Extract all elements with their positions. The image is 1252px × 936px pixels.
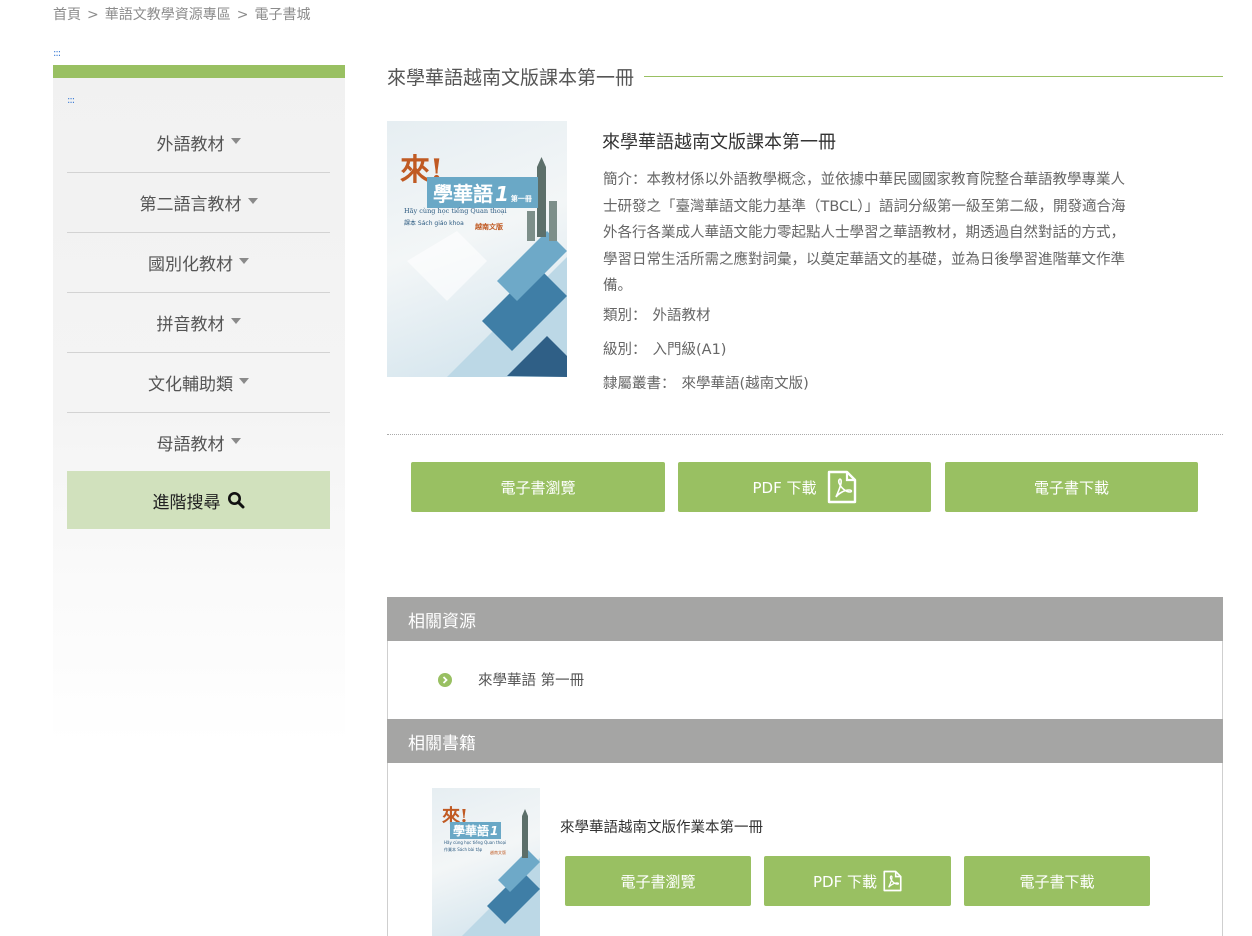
level-value: 入門級(A1) [652, 342, 727, 358]
related-books-title: 相關書籍 [408, 733, 476, 754]
sidebar-accent-bar [53, 65, 345, 78]
caret-down-icon [230, 318, 241, 324]
related-ebook-browse-label: 電子書瀏覽 [620, 872, 696, 891]
advanced-search-label: 進階搜尋 [152, 492, 221, 513]
caret-down-icon [239, 378, 249, 384]
description-label: 簡介： [603, 172, 647, 188]
related-cover-number: 1 [490, 824, 499, 838]
breadcrumb-separator: > [236, 7, 249, 23]
sidebar-item-foreign-language[interactable]: 外語教材 [67, 113, 330, 173]
ebook-download-button[interactable]: 電子書下載 [945, 462, 1198, 512]
ebook-browse-label: 電子書瀏覽 [500, 478, 576, 497]
accesskey-anchor[interactable]: ::: [53, 48, 61, 59]
page-title-row: 來學華語越南文版課本第一冊 [387, 62, 1223, 90]
pdf-file-icon [883, 870, 902, 892]
section-divider [387, 434, 1223, 435]
related-resource-link[interactable]: 來學華語 第一冊 [438, 669, 584, 690]
related-cover-banner: 學華語1 [450, 822, 502, 839]
book-level-row: 級別： 入門級(A1) [603, 338, 726, 359]
advanced-search-button[interactable]: 進階搜尋 [67, 471, 330, 529]
ebook-download-label: 電子書下載 [1033, 478, 1109, 497]
related-book-cover-image[interactable]: 來! 學華語1 Hãy cùng học tiếng Quan thoại 作業… [432, 788, 540, 936]
cover-volume: 第一冊 [510, 195, 532, 203]
search-icon [227, 492, 244, 509]
book-series-row: 隸屬叢書： 來學華語(越南文版) [603, 372, 809, 393]
page-title: 來學華語越南文版課本第一冊 [387, 66, 635, 89]
level-label: 級別： [603, 342, 647, 358]
sidebar-accesskey-anchor[interactable]: ::: [67, 95, 75, 106]
cover-subtitle: Hãy cùng học tiếng Quan thoại [404, 207, 507, 215]
chevron-right-circle-icon [438, 672, 452, 687]
sidebar-item-label: 文化輔助類 [148, 375, 233, 395]
breadcrumb-resource-zone[interactable]: 華語文教學資源專區 [105, 7, 231, 23]
related-cover-book-type: 作業本 Sách bài tập [444, 847, 483, 852]
related-book-title[interactable]: 來學華語越南文版作業本第一冊 [560, 816, 763, 837]
cover-title-banner: 學華語 1 第一冊 [427, 177, 538, 208]
related-books-header: 相關書籍 [387, 719, 1223, 763]
related-pdf-download-label: PDF 下載 [813, 872, 877, 891]
related-resources-title: 相關資源 [408, 611, 476, 632]
book-category-row: 類別： 外語教材 [603, 304, 711, 325]
sidebar-item-culture[interactable]: 文化輔助類 [67, 353, 330, 413]
category-value: 外語教材 [652, 308, 711, 324]
description-text: 本教材係以外語教學概念，並依據中華民國國家教育院整合華語教學專業人士研發之「臺灣… [603, 172, 1126, 294]
sidebar-item-label: 國別化教材 [148, 255, 233, 275]
cover-edition: 越南文版 [475, 223, 503, 231]
breadcrumb: 首頁 > 華語文教學資源專區 > 電子書城 [53, 4, 310, 24]
related-cover-series: 學華語 [453, 824, 490, 838]
sidebar-item-mother-tongue[interactable]: 母語教材 [67, 413, 330, 472]
cover-book-type: 課本 Sách giáo khoa [404, 220, 464, 227]
sidebar-item-country-specific[interactable]: 國別化教材 [67, 233, 330, 293]
sidebar-item-label: 第二語言教材 [139, 195, 242, 215]
related-ebook-browse-button[interactable]: 電子書瀏覽 [565, 856, 751, 906]
sidebar-menu: 外語教材 第二語言教材 國別化教材 拼音教材 文化輔助類 母語教材 [67, 113, 330, 472]
related-resource-label: 來學華語 第一冊 [478, 673, 585, 689]
related-resources-header: 相關資源 [387, 597, 1223, 641]
book-title: 來學華語越南文版課本第一冊 [602, 132, 836, 153]
related-ebook-download-label: 電子書下載 [1019, 872, 1095, 891]
related-pdf-download-button[interactable]: PDF 下載 [764, 856, 951, 906]
book-cover-image: 來! 學華語 1 第一冊 Hãy cùng học tiếng Quan thoại… [387, 121, 567, 377]
breadcrumb-separator: > [87, 7, 99, 23]
caret-down-icon [230, 138, 241, 144]
caret-down-icon [230, 438, 241, 444]
breadcrumb-ebook-city[interactable]: 電子書城 [254, 7, 310, 23]
title-divider [644, 75, 1223, 77]
sidebar-item-label: 外語教材 [156, 135, 225, 155]
series-label: 隸屬叢書： [603, 376, 676, 392]
cover-series: 學華語 [433, 182, 493, 206]
sidebar-item-label: 拼音教材 [156, 315, 225, 335]
sidebar-item-second-language[interactable]: 第二語言教材 [67, 173, 330, 233]
sidebar-item-label: 母語教材 [156, 435, 225, 455]
series-value: 來學華語(越南文版) [681, 376, 809, 392]
caret-down-icon [239, 258, 249, 264]
related-ebook-download-button[interactable]: 電子書下載 [964, 856, 1150, 906]
related-cover-subtitle: Hãy cùng học tiếng Quan thoại [444, 840, 507, 845]
sidebar-item-pinyin[interactable]: 拼音教材 [67, 293, 330, 353]
book-description: 簡介：本教材係以外語教學概念，並依據中華民國國家教育院整合華語教學專業人士研發之… [603, 167, 1133, 300]
caret-down-icon [247, 198, 258, 204]
cover-number: 1 [495, 182, 509, 206]
related-cover-edition: 越南文版 [490, 850, 506, 855]
category-label: 類別： [603, 308, 647, 324]
ebook-browse-button[interactable]: 電子書瀏覽 [411, 462, 665, 512]
breadcrumb-home[interactable]: 首頁 [53, 7, 81, 23]
sidebar: ::: 外語教材 第二語言教材 國別化教材 拼音教材 文化輔助類 母語教材 進階… [53, 65, 345, 745]
pdf-file-icon [827, 470, 856, 504]
pdf-download-button[interactable]: PDF 下載 [678, 462, 931, 512]
pdf-download-label: PDF 下載 [752, 478, 817, 497]
